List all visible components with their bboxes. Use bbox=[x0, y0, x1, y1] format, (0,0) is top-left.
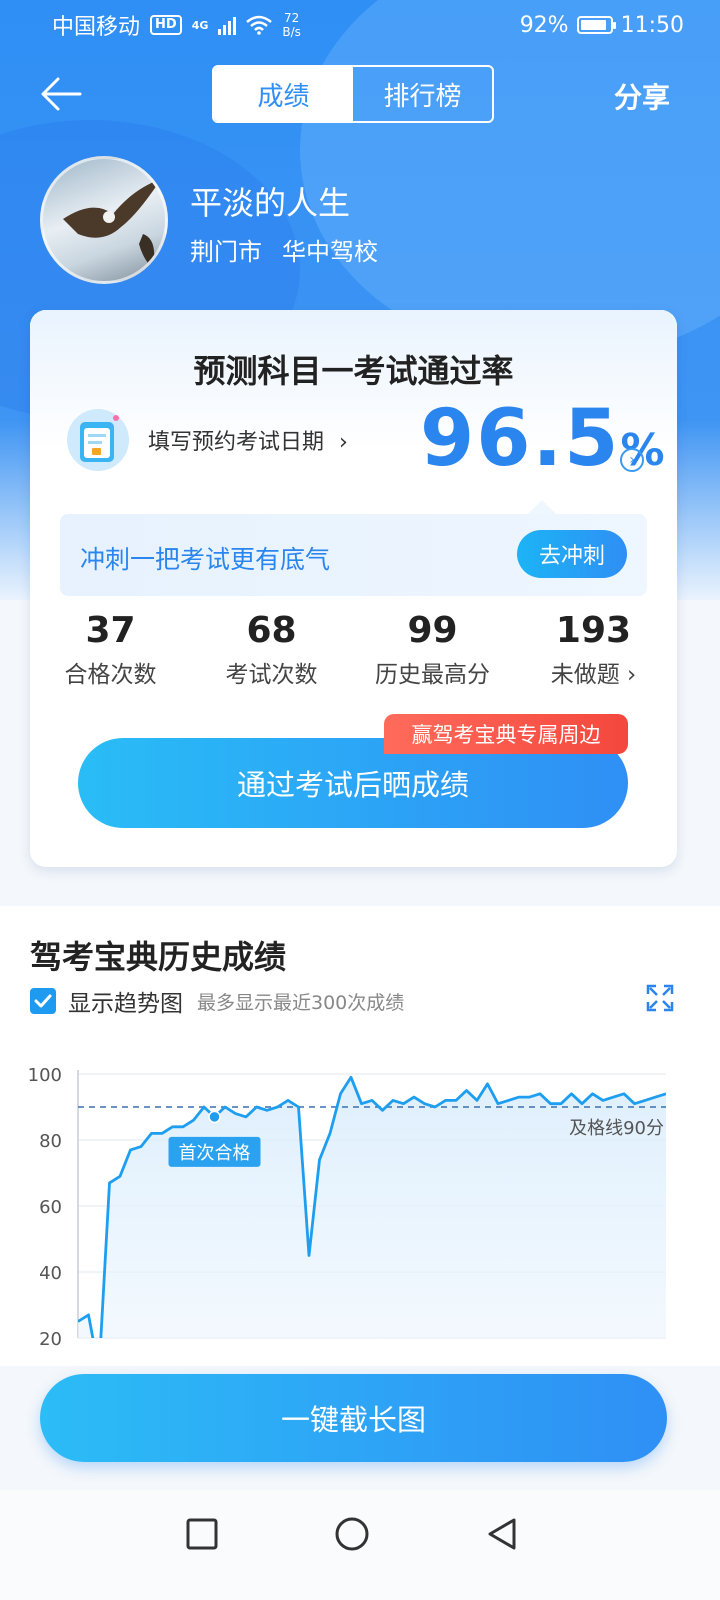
home-icon[interactable] bbox=[332, 1514, 372, 1554]
user-location: 荆门市 华中驾校 bbox=[190, 232, 378, 267]
sprint-text: 冲刺一把考试更有底气 bbox=[80, 545, 331, 574]
eagle-photo bbox=[63, 179, 161, 269]
stat-undone-questions[interactable]: 193 未做题 › bbox=[513, 610, 674, 689]
pass-rate-value: 96.5 bbox=[420, 394, 621, 484]
first-pass-marker bbox=[208, 1110, 221, 1124]
score-trend-chart: 100 80 60 40 20 及格线90分首次合格 bbox=[28, 1065, 666, 1350]
driving-school: 华中驾校 bbox=[282, 238, 378, 266]
long-screenshot-button[interactable]: 一键截长图 bbox=[40, 1374, 667, 1462]
calendar-icon[interactable] bbox=[64, 404, 132, 472]
chevron-right-icon[interactable]: › bbox=[620, 448, 644, 472]
top-nav: 成绩 排行榜 分享 bbox=[0, 64, 720, 124]
tab-ranking[interactable]: 排行榜 bbox=[353, 67, 492, 121]
back-arrow-icon[interactable] bbox=[40, 74, 84, 114]
clock: 11:50 bbox=[620, 12, 684, 38]
y-tick-label: 80 bbox=[39, 1131, 62, 1152]
trend-hint: 最多显示最近300次成绩 bbox=[197, 991, 405, 1014]
battery-percent: 92% bbox=[519, 12, 569, 38]
avatar[interactable] bbox=[40, 156, 168, 284]
trend-label: 显示趋势图 bbox=[68, 991, 183, 1017]
username: 平淡的人生 bbox=[190, 184, 351, 222]
y-tick-label: 40 bbox=[39, 1263, 62, 1284]
wifi-icon bbox=[246, 15, 273, 35]
trend-checkbox[interactable] bbox=[30, 988, 56, 1014]
promo-tag: 赢驾考宝典专属周边 bbox=[384, 714, 628, 754]
fullscreen-icon[interactable] bbox=[646, 984, 674, 1012]
sprint-button[interactable]: 去冲刺 bbox=[517, 530, 627, 578]
prediction-card: 预测科目一考试通过率 填写预约考试日期 › 96.5 % › 冲刺一把考试更有底… bbox=[30, 310, 677, 867]
history-section: 驾考宝典历史成绩 显示趋势图 最多显示最近300次成绩 100 80 60 40 20 及… bbox=[0, 906, 720, 1366]
stat-pass-count: 37 合格次数 bbox=[64, 610, 157, 688]
stats-row: 37 合格次数 68 考试次数 99 历史最高分 193 未做题 › bbox=[30, 610, 677, 689]
check-icon bbox=[34, 994, 52, 1008]
tab-score[interactable]: 成绩 bbox=[214, 67, 353, 121]
trend-toggle-row: 显示趋势图 最多显示最近300次成绩 bbox=[30, 984, 404, 1018]
city: 荆门市 bbox=[190, 238, 262, 266]
network-type: 4G bbox=[191, 18, 209, 32]
decor-blob bbox=[300, 0, 720, 360]
net-speed: 72 B/s bbox=[282, 11, 301, 39]
battery-icon bbox=[576, 16, 616, 34]
segmented-tabs: 成绩 排行榜 bbox=[212, 65, 494, 123]
status-bar: 中国移动 HD 4G 72 B/s 92% 11:50 bbox=[0, 0, 720, 50]
y-tick-label: 20 bbox=[39, 1329, 62, 1350]
carrier-label: 中国移动 bbox=[52, 15, 141, 40]
back-icon[interactable] bbox=[482, 1514, 522, 1554]
history-title: 驾考宝典历史成绩 bbox=[30, 938, 287, 976]
system-nav-bar bbox=[0, 1490, 720, 1600]
first-pass-label: 首次合格 bbox=[179, 1143, 251, 1164]
recent-apps-icon[interactable] bbox=[182, 1514, 222, 1554]
stat-exam-count: 68 考试次数 bbox=[225, 610, 318, 688]
hd-badge: HD bbox=[150, 15, 182, 35]
share-button[interactable]: 分享 bbox=[614, 76, 670, 116]
y-tick-label: 100 bbox=[28, 1065, 62, 1086]
y-tick-label: 60 bbox=[39, 1197, 62, 1218]
stat-best-score: 99 历史最高分 bbox=[375, 610, 490, 688]
sprint-banner: 冲刺一把考试更有底气 去冲刺 bbox=[60, 500, 647, 596]
card-title: 预测科目一考试通过率 bbox=[193, 352, 514, 390]
pass-line-label: 及格线90分 bbox=[569, 1118, 664, 1139]
fill-exam-date-link[interactable]: 填写预约考试日期 › bbox=[148, 424, 348, 456]
signal-icon bbox=[218, 15, 237, 35]
